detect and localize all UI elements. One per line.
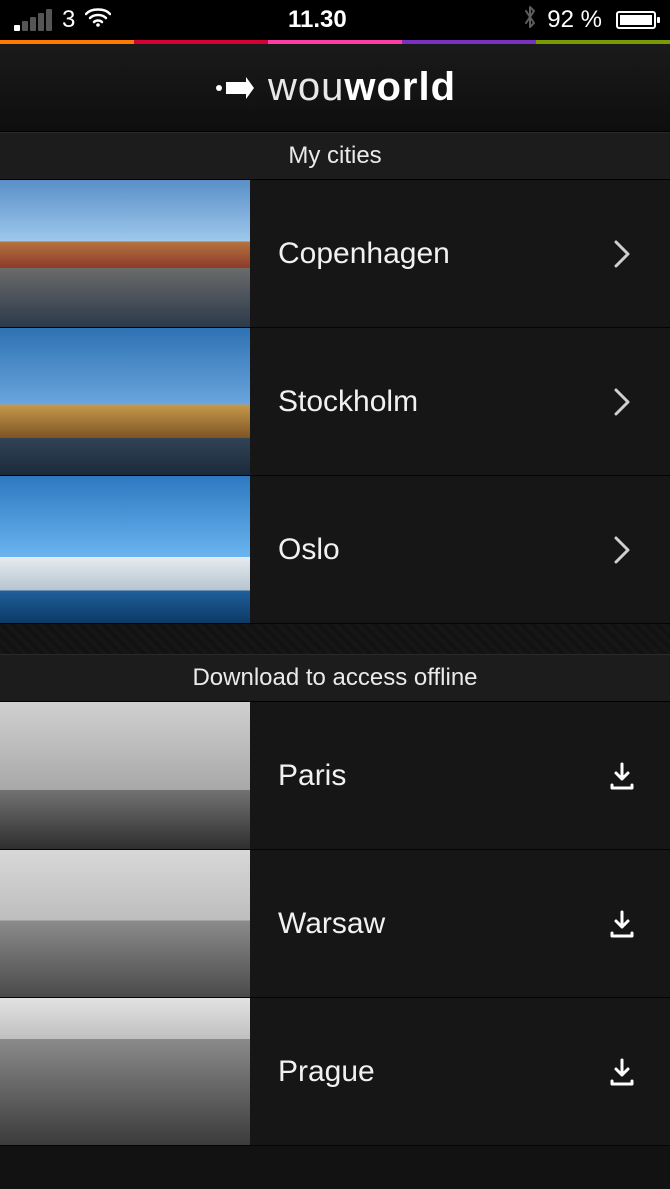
carrier-label: 3 (62, 6, 75, 34)
city-thumb (0, 476, 250, 623)
status-left: 3 (14, 6, 111, 34)
city-row-warsaw[interactable]: Warsaw (0, 850, 670, 998)
download-icon[interactable] (600, 1057, 644, 1087)
signal-strength-icon (14, 9, 52, 31)
city-label: Paris (278, 759, 600, 793)
city-label: Oslo (278, 533, 600, 567)
city-row-paris[interactable]: Paris (0, 702, 670, 850)
city-label: Copenhagen (278, 237, 600, 271)
brand-prefix: wou (268, 65, 344, 109)
city-thumb (0, 702, 250, 849)
download-icon[interactable] (600, 761, 644, 791)
status-right: 92 % (523, 5, 656, 36)
brand: wouworld (214, 65, 456, 110)
city-row-copenhagen[interactable]: Copenhagen (0, 180, 670, 328)
city-label: Prague (278, 1055, 600, 1089)
chevron-right-icon (600, 239, 644, 269)
chevron-right-icon (600, 387, 644, 417)
city-row-prague[interactable]: Prague (0, 998, 670, 1146)
city-thumb (0, 180, 250, 327)
battery-icon (616, 11, 656, 29)
bluetooth-icon (523, 5, 537, 36)
download-header: Download to access offline (0, 654, 670, 702)
status-bar: 3 11.30 92 % (0, 0, 670, 40)
city-row-stockholm[interactable]: Stockholm (0, 328, 670, 476)
city-thumb (0, 998, 250, 1145)
city-thumb (0, 850, 250, 997)
status-time: 11.30 (111, 6, 523, 34)
app-title-bar: wouworld (0, 44, 670, 132)
city-thumb (0, 328, 250, 475)
section-divider (0, 624, 670, 654)
download-icon[interactable] (600, 909, 644, 939)
my-cities-header: My cities (0, 132, 670, 180)
brand-suffix: world (344, 65, 456, 109)
city-row-oslo[interactable]: Oslo (0, 476, 670, 624)
chevron-right-icon (600, 535, 644, 565)
battery-percent: 92 % (547, 6, 602, 34)
wifi-icon (85, 6, 111, 34)
city-label: Warsaw (278, 907, 600, 941)
city-label: Stockholm (278, 385, 600, 419)
arrow-right-icon (214, 73, 254, 103)
